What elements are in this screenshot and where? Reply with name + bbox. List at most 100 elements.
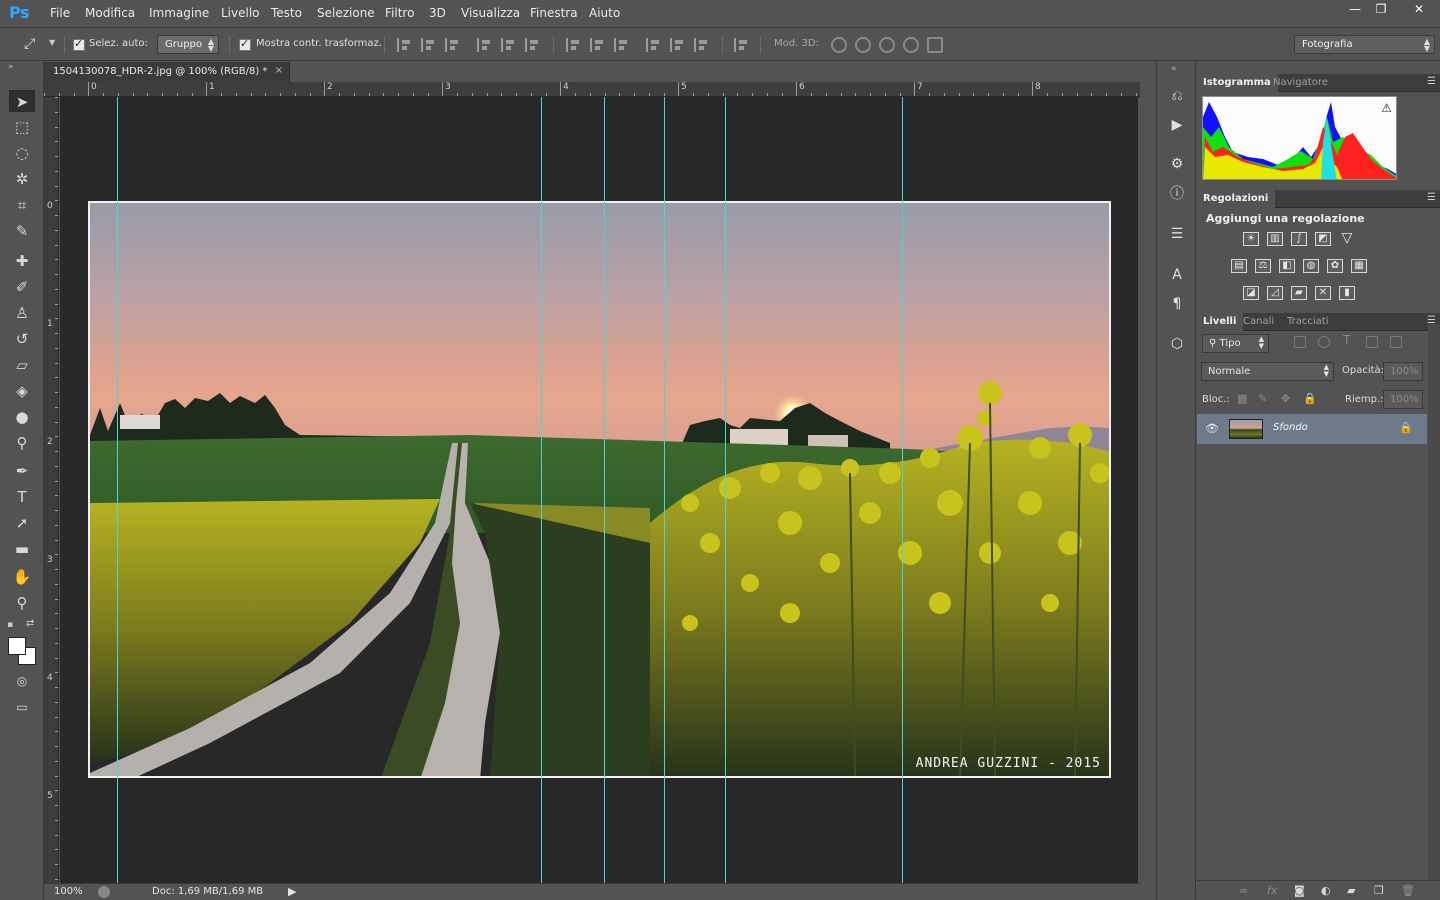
rectangle-tool-icon[interactable]: ▬ [9, 538, 35, 560]
menu-filtro[interactable]: Filtro [385, 6, 414, 20]
show-transform-checkbox[interactable] [239, 37, 251, 51]
move-tool-preset-icon[interactable]: ⤢ [24, 36, 35, 52]
magic-wand-tool-icon[interactable]: ✲ [9, 168, 35, 190]
menu-modifica[interactable]: Modifica [85, 6, 135, 20]
layer-filter-dropdown[interactable]: ⚲ Tipo ▲ ▼ [1202, 334, 1269, 353]
collapse-toolbox-icon[interactable]: » [8, 62, 14, 72]
paint-bucket-tool-icon[interactable]: ◈ [9, 380, 35, 402]
menu-file[interactable]: File [50, 6, 70, 20]
zoom-level[interactable]: 100% [54, 886, 83, 897]
link-layers-icon[interactable]: ∞ [1239, 884, 1248, 897]
menu-testo[interactable]: Testo [271, 6, 302, 20]
eyedropper-tool-icon[interactable]: ✎ [9, 220, 35, 242]
filter-smart-object-icon[interactable] [1390, 336, 1402, 348]
roll-3d-icon[interactable] [855, 37, 871, 53]
fill-input[interactable]: 100% [1383, 390, 1423, 409]
vertical-guide[interactable] [902, 97, 903, 883]
hue-saturation-icon[interactable]: ▤ [1231, 259, 1247, 273]
align-hcenter-icon[interactable] [501, 38, 515, 52]
filter-pixel-icon[interactable] [1294, 336, 1306, 348]
opacity-input[interactable]: 100% [1383, 362, 1423, 381]
vertical-guide[interactable] [725, 97, 726, 883]
levels-icon[interactable]: ▥ [1267, 232, 1283, 246]
distribute-top-icon[interactable] [566, 38, 580, 52]
add-mask-icon[interactable]: ◙ [1294, 884, 1305, 897]
status-menu-arrow-icon[interactable]: ▶ [288, 885, 296, 898]
exposure-icon[interactable]: ◩ [1315, 232, 1331, 246]
eye-icon[interactable]: 👁 [1205, 422, 1219, 435]
dodge-tool-icon[interactable]: ⚲ [9, 432, 35, 454]
document-canvas[interactable]: ANDREA GUZZINI - 2015 [60, 97, 1138, 883]
align-top-icon[interactable] [397, 38, 411, 52]
info-panel-icon[interactable]: ⓘ [1167, 184, 1187, 204]
crop-tool-icon[interactable]: ⌗ [9, 194, 35, 216]
invert-icon[interactable]: ◪ [1243, 286, 1259, 300]
lock-image-icon[interactable]: ✎ [1258, 392, 1267, 405]
distribute-vcenter-icon[interactable] [590, 38, 604, 52]
drag-3d-icon[interactable] [879, 37, 895, 53]
tab-paths[interactable]: Tracciati [1281, 313, 1335, 331]
paragraph-panel-icon[interactable]: ¶ [1167, 294, 1187, 314]
rotate-3d-icon[interactable] [831, 37, 847, 53]
slide-3d-icon[interactable] [903, 37, 919, 53]
vertical-ruler[interactable]: 0 1 2 3 4 5 [44, 97, 59, 883]
workspace-dropdown[interactable]: Fotografia ▲ ▼ [1294, 35, 1435, 54]
filter-adjustment-icon[interactable] [1318, 336, 1330, 348]
align-right-icon[interactable] [525, 38, 539, 52]
clone-stamp-tool-icon[interactable]: ♙ [9, 302, 35, 324]
distribute-hcenter-icon[interactable] [670, 38, 684, 52]
vertical-guide[interactable] [541, 97, 542, 883]
move-tool-icon[interactable]: ➤ [9, 90, 35, 112]
document-info-icon[interactable] [98, 886, 110, 898]
healing-brush-tool-icon[interactable]: ✚ [9, 250, 35, 272]
distribute-bottom-icon[interactable] [614, 38, 628, 52]
black-white-icon[interactable]: ◧ [1279, 259, 1295, 273]
auto-select-checkbox[interactable] [73, 37, 85, 51]
menu-finestra[interactable]: Finestra [530, 6, 578, 20]
trash-icon[interactable]: 🗑 [1401, 884, 1415, 897]
menu-selezione[interactable]: Selezione [317, 6, 375, 20]
blend-mode-dropdown[interactable]: Normale ▲ ▼ [1201, 362, 1334, 381]
quick-mask-icon[interactable]: ◎ [9, 670, 35, 692]
history-panel-icon[interactable]: ⎌ [1167, 86, 1187, 106]
blur-tool-icon[interactable]: ● [9, 406, 35, 428]
auto-align-layers-icon[interactable] [734, 38, 748, 52]
vertical-guide[interactable] [664, 97, 665, 883]
menu-3d[interactable]: 3D [429, 6, 446, 20]
menu-livello[interactable]: Livello [221, 6, 260, 20]
distribute-left-icon[interactable] [646, 38, 660, 52]
new-layer-icon[interactable]: ❐ [1374, 884, 1384, 897]
threshold-icon[interactable]: ▰ [1291, 286, 1307, 300]
align-bottom-icon[interactable] [445, 38, 459, 52]
lock-transparent-icon[interactable]: ▩ [1237, 392, 1247, 405]
history-brush-tool-icon[interactable]: ↺ [9, 328, 35, 350]
color-lookup-icon[interactable]: ▦ [1351, 259, 1367, 273]
lock-all-icon[interactable]: 🔒 [1303, 392, 1317, 405]
canvas-scrollbar[interactable] [1138, 97, 1152, 883]
align-left-icon[interactable] [477, 38, 491, 52]
new-adjustment-icon[interactable]: ◐ [1321, 884, 1331, 897]
document-tab[interactable]: 1504130078_HDR-2.jpg @ 100% (RGB/8) * × [44, 62, 290, 82]
swap-colors-icon[interactable]: ⇄ [26, 618, 34, 629]
tab-channels[interactable]: Canali [1237, 313, 1281, 331]
default-colors-icon[interactable]: ▪ [7, 620, 13, 630]
brightness-contrast-icon[interactable]: ☀ [1243, 232, 1259, 246]
close-window-button[interactable]: ✕ [1404, 0, 1434, 18]
filter-shape-icon[interactable] [1366, 336, 1378, 348]
horizontal-ruler[interactable]: 0 1 2 3 4 5 6 7 8 [44, 82, 1140, 97]
selective-color-icon[interactable]: ✕ [1315, 286, 1331, 300]
lasso-tool-icon[interactable]: ◌ [9, 142, 35, 164]
menu-visualizza[interactable]: Visualizza [461, 6, 520, 20]
layer-row[interactable]: 👁 Sfondo 🔒 [1197, 414, 1427, 444]
vibrance-icon[interactable]: ▽ [1339, 231, 1355, 246]
3d-panel-icon[interactable]: ⬡ [1167, 334, 1187, 354]
auto-select-dropdown[interactable]: Gruppo ▲ ▼ [157, 35, 219, 54]
scale-3d-icon[interactable] [927, 37, 943, 53]
align-vcenter-icon[interactable] [421, 38, 435, 52]
zoom-tool-icon[interactable]: ⚲ [9, 592, 35, 614]
vertical-guide[interactable] [604, 97, 605, 883]
layer-style-icon[interactable]: fx [1267, 884, 1277, 897]
pen-tool-icon[interactable]: ✒ [9, 460, 35, 482]
new-group-icon[interactable]: ▰ [1347, 884, 1355, 897]
distribute-right-icon[interactable] [694, 38, 708, 52]
